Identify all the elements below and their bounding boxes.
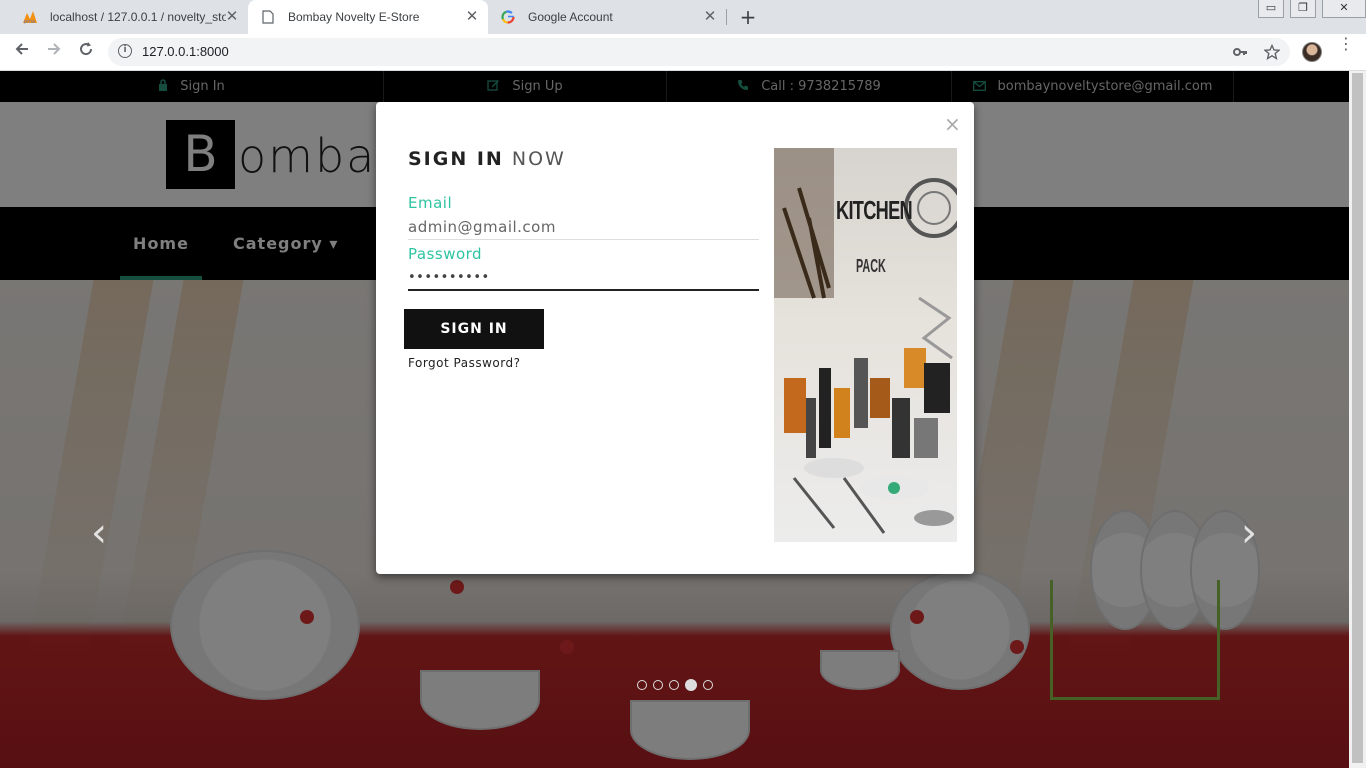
carousel-indicators <box>637 679 719 691</box>
new-tab-button[interactable]: + <box>737 6 759 28</box>
forward-button[interactable] <box>42 40 66 64</box>
close-icon[interactable]: × <box>944 114 961 134</box>
reload-button[interactable] <box>74 40 98 64</box>
tab-title: Google Account <box>528 10 613 24</box>
carousel-indicator[interactable] <box>653 680 663 690</box>
reload-icon <box>80 42 93 56</box>
phpmyadmin-icon: pma <box>22 9 38 25</box>
window-controls: ▭ ❐ ✕ <box>1252 0 1366 18</box>
tab-title: localhost / 127.0.0.1 / novelty_sto <box>50 10 226 24</box>
key-icon[interactable] <box>1232 44 1248 64</box>
window-close-button[interactable]: ✕ <box>1322 0 1366 18</box>
carousel-indicator[interactable] <box>703 680 713 690</box>
address-bar[interactable]: i 127.0.0.1:8000 <box>108 38 1290 66</box>
google-icon <box>500 9 516 25</box>
page-icon <box>260 9 276 25</box>
image-caption-line1: KITCHEN <box>836 195 913 225</box>
browser-tab-phpmyadmin[interactable]: pma localhost / 127.0.0.1 / novelty_sto … <box>10 0 248 34</box>
carousel-next-icon[interactable]: › <box>1234 513 1264 553</box>
tab-title: Bombay Novelty E-Store <box>288 10 420 24</box>
browser-tabstrip: pma localhost / 127.0.0.1 / novelty_sto … <box>0 0 1366 34</box>
modal-title: SIGN IN NOW <box>408 148 566 170</box>
back-button[interactable] <box>10 40 34 64</box>
image-caption-line2: PACK <box>856 256 886 276</box>
url-text: 127.0.0.1:8000 <box>142 44 229 59</box>
carousel-indicator[interactable] <box>669 680 679 690</box>
close-icon[interactable]: ✕ <box>224 9 240 25</box>
tab-separator <box>726 9 727 25</box>
signin-modal: × SIGN IN NOW Email Password SIGN IN For… <box>376 102 974 574</box>
password-label: Password <box>408 245 483 263</box>
star-icon[interactable] <box>1263 43 1281 64</box>
close-icon[interactable]: ✕ <box>464 9 480 25</box>
arrow-left-icon <box>15 43 28 55</box>
email-label: Email <box>408 194 453 212</box>
kitchen-pack-image: KITCHEN PACK <box>774 148 957 542</box>
info-icon[interactable]: i <box>118 44 132 58</box>
profile-avatar[interactable] <box>1302 42 1322 62</box>
close-icon[interactable]: ✕ <box>702 9 718 25</box>
menu-icon[interactable]: ⋮ <box>1338 36 1354 52</box>
restore-button[interactable]: ❐ <box>1290 0 1316 18</box>
page-scrollbar[interactable] <box>1349 71 1366 768</box>
modal-title-light: NOW <box>511 148 566 170</box>
browser-tab-google[interactable]: Google Account ✕ <box>488 0 726 34</box>
email-field[interactable] <box>408 214 759 240</box>
carousel-prev-icon[interactable]: ‹ <box>84 513 114 553</box>
signin-submit-button[interactable]: SIGN IN <box>404 309 544 349</box>
scrollbar-thumb[interactable] <box>1352 73 1363 763</box>
minimize-button[interactable]: ▭ <box>1258 0 1284 18</box>
browser-tab-active[interactable]: Bombay Novelty E-Store ✕ <box>248 0 488 34</box>
password-field[interactable] <box>408 265 759 291</box>
svg-text:pma: pma <box>24 19 35 24</box>
forgot-password-link[interactable]: Forgot Password? <box>408 356 520 370</box>
browser-toolbar: i 127.0.0.1:8000 ⋮ <box>0 34 1366 71</box>
carousel-indicator[interactable] <box>637 680 647 690</box>
arrow-right-icon <box>48 43 61 55</box>
modal-title-strong: SIGN IN <box>408 148 504 170</box>
carousel-indicator-active[interactable] <box>685 679 697 691</box>
